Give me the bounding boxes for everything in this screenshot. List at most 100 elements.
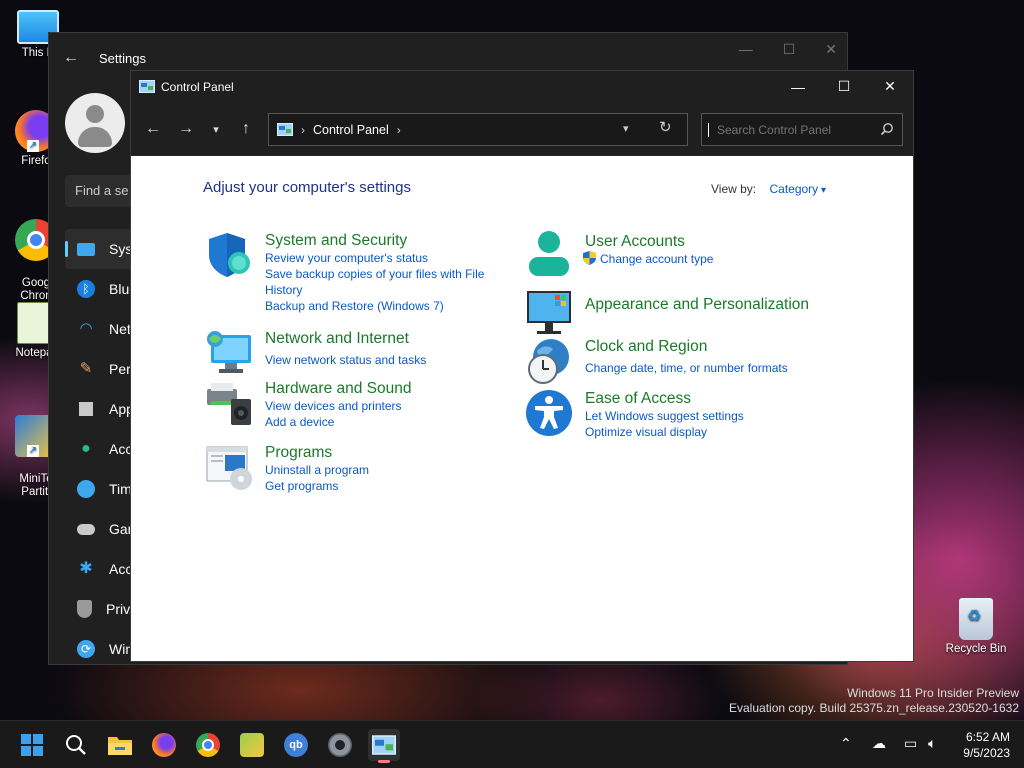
- clock-time: 6:52 AM: [965, 730, 1010, 744]
- taskbar-settings[interactable]: [324, 729, 356, 761]
- recent-locations-chevron-icon[interactable]: ▾: [206, 123, 226, 136]
- notepad-plus-icon: [240, 733, 264, 757]
- show-hidden-icons-chevron-icon[interactable]: ⌃: [840, 735, 852, 752]
- control-panel-icon: [277, 123, 293, 136]
- category-title-user-accounts[interactable]: User Accounts: [585, 232, 825, 251]
- appearance-icon: [527, 291, 571, 334]
- category-title-network-internet[interactable]: Network and Internet: [265, 329, 505, 348]
- address-dropdown-icon[interactable]: ▾: [623, 122, 629, 135]
- settings-nav-privacy[interactable]: Priva: [65, 589, 135, 629]
- desktop-icon-label: Goog Chron: [20, 277, 52, 302]
- cloud-icon[interactable]: ☁: [872, 735, 886, 752]
- taskbar-firefox[interactable]: [148, 729, 180, 761]
- update-icon: ⟳: [77, 640, 95, 658]
- view-by: View by: Category: [711, 182, 826, 196]
- watermark-line-1: Windows 11 Pro Insider Preview: [847, 686, 1019, 700]
- minimize-button[interactable]: —: [775, 71, 821, 102]
- desktop-icon-recycle-bin[interactable]: ♻ Recycle Bin: [943, 598, 1009, 656]
- taskbar-notepad-plus[interactable]: [236, 729, 268, 761]
- category-title-ease-of-access[interactable]: Ease of Access: [585, 389, 825, 408]
- taskbar-control-panel[interactable]: [368, 729, 400, 763]
- recycle-bin-icon: ♻: [959, 598, 993, 640]
- firefox-icon: [152, 733, 176, 757]
- start-button[interactable]: [16, 729, 48, 761]
- link-review-status[interactable]: Review your computer's status: [265, 250, 505, 266]
- system-security-icon: [209, 233, 250, 277]
- close-button[interactable]: ✕: [867, 71, 913, 102]
- settings-search-placeholder: Find a se: [75, 183, 129, 198]
- settings-nav-accessibility[interactable]: ✱ Acce: [65, 549, 135, 589]
- control-panel-content: Adjust your computer's settings View by:…: [131, 157, 913, 661]
- link-change-account-type[interactable]: Change account type: [583, 251, 825, 267]
- forward-arrow-icon[interactable]: →: [176, 120, 196, 138]
- refresh-icon[interactable]: ↻: [659, 118, 672, 136]
- folder-icon: [108, 737, 132, 755]
- hardware-sound-icon: [207, 383, 251, 425]
- close-icon[interactable]: ✕: [825, 41, 837, 58]
- desktop-icon-label: Firefo: [21, 155, 51, 167]
- settings-nav-network[interactable]: ◠ Netw: [65, 309, 135, 349]
- clock-date: 9/5/2023: [963, 746, 1010, 760]
- view-by-dropdown[interactable]: Category: [769, 182, 826, 196]
- notepad-icon: [17, 302, 51, 344]
- link-change-date-time[interactable]: Change date, time, or number formats: [585, 360, 825, 376]
- avatar[interactable]: [65, 93, 125, 153]
- network-icon[interactable]: ▭: [904, 735, 917, 752]
- settings-nav-system[interactable]: Syste: [65, 229, 135, 269]
- maximize-icon[interactable]: ☐: [783, 41, 796, 58]
- maximize-icon: ☐: [837, 78, 851, 94]
- monitor-icon: [77, 242, 95, 256]
- taskbar-search-button[interactable]: [60, 729, 92, 761]
- settings-nav-personalization[interactable]: ✎ Perso: [65, 349, 135, 389]
- shortcut-arrow-icon: ↗: [27, 445, 39, 457]
- taskbar-file-explorer[interactable]: [104, 729, 136, 761]
- category-title-programs[interactable]: Programs: [265, 443, 505, 462]
- settings-nav-gaming[interactable]: Gami: [65, 509, 135, 549]
- settings-nav-apps[interactable]: Apps: [65, 389, 135, 429]
- chrome-icon: [196, 733, 220, 757]
- taskbar-chrome[interactable]: [192, 729, 224, 761]
- accessibility-icon: ✱: [79, 560, 93, 577]
- minimize-icon[interactable]: —: [739, 41, 753, 58]
- category-title-clock-region[interactable]: Clock and Region: [585, 337, 825, 356]
- link-get-programs[interactable]: Get programs: [265, 478, 505, 494]
- control-panel-window: Control Panel — ☐ ✕ ← → ▾ ↑ › Control Pa…: [130, 70, 914, 662]
- settings-nav-bluetooth[interactable]: ᛒ Blueto: [65, 269, 135, 309]
- evaluation-watermark: Windows 11 Pro Insider Preview Evaluatio…: [729, 686, 1019, 716]
- category-title-hardware-sound[interactable]: Hardware and Sound: [265, 379, 505, 398]
- breadcrumb-chevron-icon[interactable]: ›: [397, 123, 401, 137]
- back-arrow-icon[interactable]: ←: [63, 49, 79, 67]
- back-arrow-icon[interactable]: ←: [143, 120, 163, 138]
- taskbar-qbittorrent[interactable]: qb: [280, 729, 312, 761]
- taskbar-clock[interactable]: 6:52 AM 9/5/2023: [963, 729, 1010, 761]
- category-title-appearance[interactable]: Appearance and Personalization: [585, 295, 825, 314]
- volume-icon[interactable]: 🔈︎: [928, 735, 936, 752]
- up-arrow-icon[interactable]: ↑: [236, 120, 256, 138]
- search-input[interactable]: [708, 122, 878, 137]
- control-panel-icon: [139, 80, 155, 93]
- window-controls: — ☐ ✕: [775, 71, 913, 102]
- link-file-history[interactable]: Save backup copies of your files with Fi…: [265, 266, 495, 298]
- category-title-system-security[interactable]: System and Security: [265, 231, 505, 250]
- link-label: Change account type: [600, 252, 714, 266]
- link-backup-restore[interactable]: Backup and Restore (Windows 7): [265, 298, 505, 314]
- link-optimize-display[interactable]: Optimize visual display: [585, 424, 825, 440]
- settings-nav-windows-update[interactable]: ⟳ Wind: [65, 629, 135, 669]
- link-suggest-settings[interactable]: Let Windows suggest settings: [585, 408, 825, 424]
- control-panel-titlebar: Control Panel — ☐ ✕: [131, 71, 913, 102]
- page-title: Adjust your computer's settings: [203, 179, 411, 196]
- link-network-status[interactable]: View network status and tasks: [265, 352, 505, 368]
- shield-icon: [77, 600, 92, 618]
- maximize-button[interactable]: ☐: [821, 71, 867, 102]
- link-uninstall-program[interactable]: Uninstall a program: [265, 462, 505, 478]
- shortcut-arrow-icon: ↗: [27, 140, 39, 152]
- link-add-device[interactable]: Add a device: [265, 414, 505, 430]
- settings-nav-time-language[interactable]: Time: [65, 469, 135, 509]
- settings-window-controls: — ☐ ✕: [739, 41, 837, 58]
- settings-search-input[interactable]: Find a se: [65, 175, 135, 207]
- search-icon[interactable]: [880, 122, 894, 136]
- breadcrumb[interactable]: Control Panel: [313, 123, 389, 137]
- control-panel-icon: [372, 735, 396, 755]
- link-devices-printers[interactable]: View devices and printers: [265, 398, 505, 414]
- settings-nav-accounts[interactable]: ● Acco: [65, 429, 135, 469]
